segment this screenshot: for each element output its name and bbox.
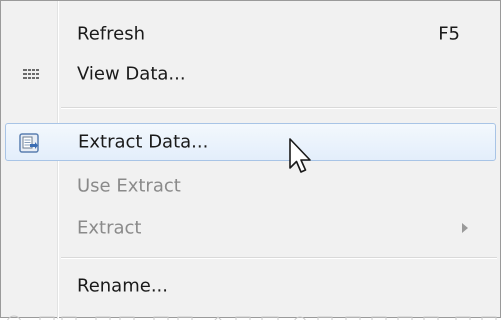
- menu-item-refresh[interactable]: Refresh F5: [5, 15, 496, 53]
- context-menu: Refresh F5 View Data... Extract Data... …: [0, 0, 501, 319]
- menu-item-use-extract[interactable]: Use Extract: [5, 167, 496, 205]
- menu-item-view-data[interactable]: View Data...: [5, 55, 496, 93]
- mouse-cursor-icon: [288, 138, 314, 178]
- menu-item-label: Extract Data...: [78, 131, 209, 153]
- menu-item-label: Extract: [77, 217, 142, 239]
- background-toolbar-fragment: [0, 308, 503, 320]
- grid-icon: [21, 64, 41, 84]
- menu-item-extract[interactable]: Extract: [5, 209, 496, 247]
- menu-item-label: Refresh: [77, 23, 145, 45]
- menu-item-label: Use Extract: [77, 175, 181, 197]
- menu-item-shortcut: F5: [438, 23, 460, 45]
- menu-item-label: View Data...: [77, 63, 186, 85]
- extract-data-icon: [18, 132, 39, 153]
- menu-item-rename[interactable]: Rename...: [5, 267, 496, 305]
- menu-item-extract-data[interactable]: Extract Data...: [5, 123, 496, 161]
- menu-item-label: Rename...: [77, 275, 168, 297]
- menu-separator: [61, 257, 497, 259]
- menu-separator: [61, 107, 497, 109]
- submenu-arrow-icon: [462, 223, 468, 233]
